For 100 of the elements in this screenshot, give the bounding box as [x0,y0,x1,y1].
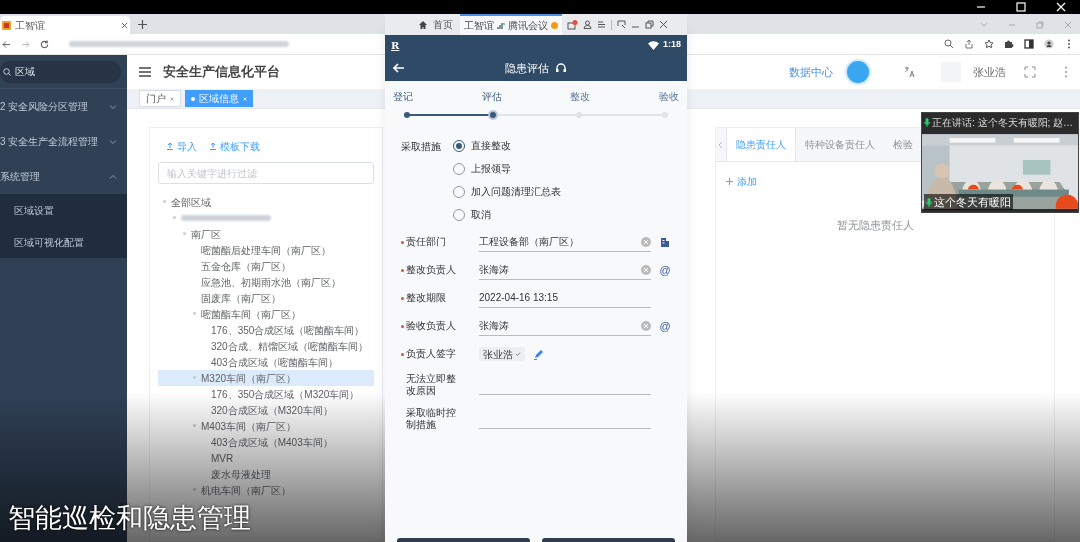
input-field[interactable]: 工程设备部（南厂区） [479,232,651,252]
clear-icon[interactable] [641,236,651,247]
input-field[interactable]: 张海涛 [479,316,651,336]
sidebar-item[interactable]: 2 安全风险分区管理 [0,89,127,124]
caret-down-icon [160,199,169,205]
caret-down-icon [190,487,199,493]
tree-node[interactable]: 176、350合成区域（M320车间） [158,386,374,402]
search-icon [3,67,11,76]
caret-down-icon [170,215,179,221]
clear-icon[interactable] [641,264,651,275]
mention-button[interactable]: @ [659,261,671,279]
user-name: 张业浩 [973,64,1006,80]
tree-node[interactable]: 固废库（南厂区） [158,290,374,306]
tree-node[interactable]: 403合成区域（M403车间） [158,434,374,450]
caret-down-icon [190,423,199,429]
field-label: 采取措施 [401,140,442,154]
building-icon[interactable] [660,237,670,247]
sidebar-item[interactable]: 系统管理 [0,159,127,194]
url-field[interactable] [69,41,289,47]
step-label: 登记 [393,90,413,104]
star-icon[interactable] [984,39,994,49]
clear-icon[interactable] [641,320,651,331]
radio-option[interactable]: 取消 [453,207,561,222]
list-icon[interactable] [597,20,606,29]
reload-icon[interactable] [40,39,49,49]
menu-icon[interactable] [139,67,151,77]
maximize-icon[interactable] [1016,2,1026,12]
participant-name: 这个冬天有暖阳 [934,194,1011,210]
check-icon [515,351,521,357]
wifi-icon [648,40,659,50]
headset-icon[interactable] [555,62,567,74]
tree-node[interactable]: 全部区域 [158,194,374,210]
speaker-status: 正在讲话: 这个冬天有暖阳; 赵… [932,115,1074,130]
close-icon[interactable] [659,20,668,29]
page-tag[interactable]: 门户 [139,90,181,107]
tree-node[interactable]: 320合成区域（M320车间） [158,402,374,418]
field-label: 无法立即整改原因 [406,373,457,397]
new-tab-icon[interactable] [138,20,147,29]
app-tab[interactable]: 工智谊 腾讯会议 [460,14,562,35]
zoom-icon[interactable] [944,39,954,49]
more-icon[interactable] [1064,66,1068,78]
input-field[interactable]: 2022-04-16 13:15 [479,288,651,308]
caret-down-icon [190,311,199,317]
caret-down-icon [190,375,199,381]
notification-icon[interactable] [567,19,578,30]
back-arrow-icon[interactable] [393,63,405,73]
tree-node[interactable]: MVR [158,450,374,466]
sidebar-icon[interactable] [1024,39,1034,49]
step-label: 整改 [570,90,591,104]
tree-node[interactable]: 嘧菌酯后处理车间（南厂区） [158,242,374,258]
avatar [845,59,871,85]
tree-node[interactable]: 应急池、初期雨水池（南厂区） [158,274,374,290]
radio-option[interactable]: 直接整改 [453,138,561,153]
chevron-down-icon [109,137,117,146]
sidebar-subitem[interactable]: 区域可视化配置 [0,226,127,258]
field-label: 整改负责人 [406,264,457,276]
upload-icon [166,142,174,150]
home-tab[interactable]: 首页 [433,17,453,32]
fullscreen-icon[interactable] [1024,66,1036,78]
puzzle-icon[interactable] [1004,39,1014,49]
share-icon[interactable] [964,39,974,49]
profile-icon[interactable] [1044,39,1054,49]
tree-node[interactable]: 废水母液处理 [158,466,374,482]
radio-option[interactable]: 上报领导 [453,161,561,176]
step-label: 验收 [658,90,679,104]
browser-tab[interactable]: 工智谊 [0,16,130,34]
favicon-icon [2,20,11,30]
field-label: 采取临时控制措施 [406,407,457,431]
signature-chip[interactable]: 张业浩 [479,347,525,361]
sidebar-subitem[interactable]: 区域设置 [0,194,127,226]
field-label: 责任部门 [406,236,447,248]
tree-node[interactable]: 五金仓库（南厂区） [158,258,374,274]
home-icon[interactable] [418,19,428,30]
back-icon[interactable] [2,39,11,49]
upload-icon [209,142,217,150]
tree-node[interactable]: M320车间（南厂区） [158,370,374,386]
tree-node[interactable]: 176、350合成区域（嘧菌酯车间） [158,322,374,338]
app-title: 安全生产信息化平台 [163,63,280,82]
search-field[interactable]: 区域 [0,60,121,83]
restore-icon[interactable] [645,20,654,29]
input-field[interactable]: 张海涛 [479,260,651,280]
mention-button[interactable]: @ [659,317,671,335]
data-center-link[interactable]: 数据中心 [789,63,833,81]
tree-node[interactable]: 机电车间（南厂区） [158,482,374,498]
signal-icon [497,21,505,30]
pen-icon[interactable] [533,348,544,360]
field-label: 负责人签字 [406,348,457,360]
radio-option[interactable]: 加入问题清理汇总表 [453,184,561,199]
screenshot-icon[interactable] [617,20,626,29]
tree-node[interactable]: 嘧菌酯车间（南厂区） [158,306,374,322]
forward-icon[interactable] [21,39,30,49]
tree-node[interactable]: M403车间（南厂区） [158,418,374,434]
tree-node[interactable]: 320合成、精馏区域（嘧菌酯车间） [158,338,374,354]
translate-icon[interactable] [903,66,915,78]
tree-node[interactable]: 403合成区域（嘧菌酯车间） [158,354,374,370]
tree-node[interactable]: 南厂区 [158,226,374,242]
tab-title: 工智谊 [15,18,46,33]
user-icon[interactable] [583,20,592,29]
microphone-icon [926,197,932,207]
sidebar-item[interactable]: 3 安全生产全流程管理 [0,124,127,159]
